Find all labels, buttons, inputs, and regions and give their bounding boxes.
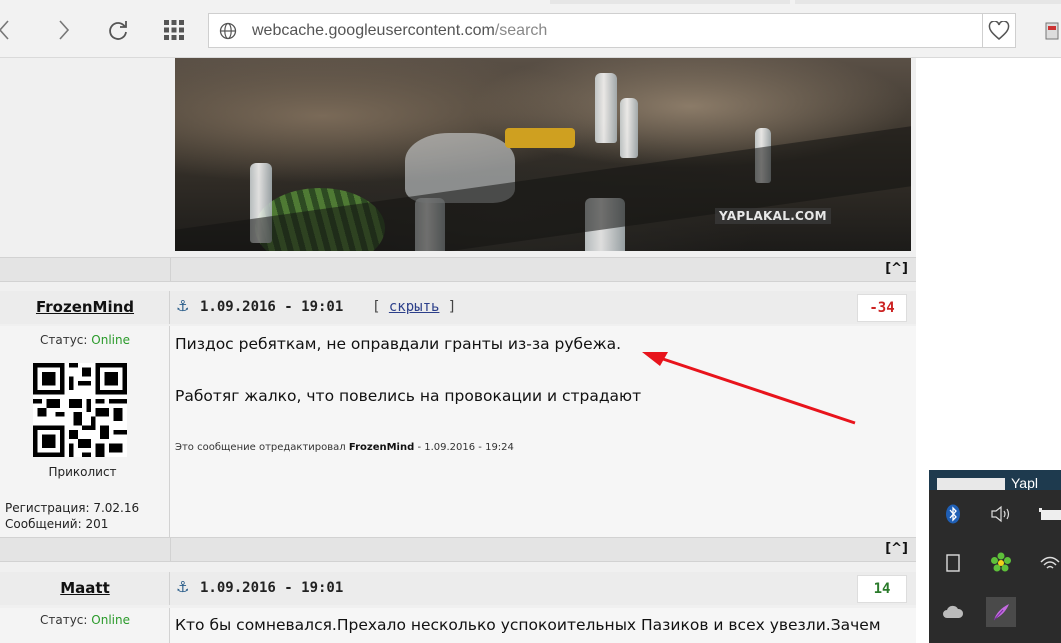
volume-icon[interactable] (986, 499, 1016, 529)
anchor-icon[interactable]: ⚓ (176, 578, 189, 596)
tray-header-text: Yapl (1011, 475, 1038, 491)
status-online: Online (91, 613, 130, 627)
forum-page: YAPLAKAL.COM [^] FrozenMind ⚓ 1.09.2016 … (0, 58, 916, 643)
user-avatar-qr[interactable] (33, 363, 127, 457)
chevron-right-icon[interactable] (48, 14, 80, 46)
post-text-line: Кто бы сомневался.Прехало несколько успо… (175, 616, 881, 634)
post-rating[interactable]: 14 (857, 575, 907, 603)
post-image: YAPLAKAL.COM (175, 58, 911, 251)
address-bar[interactable]: webcache.googleusercontent.com/search (208, 13, 1016, 48)
status-label: Статус: (39, 613, 88, 627)
chevron-left-icon[interactable] (0, 14, 20, 46)
status-label: Статус: (39, 333, 88, 347)
user-status: Статус: Online (0, 613, 170, 627)
hide-post-link[interactable]: скрыть (389, 299, 440, 315)
edit-note: Это сообщение отредактировал FrozenMind … (175, 442, 514, 453)
cloud-icon[interactable] (938, 597, 968, 627)
tray-header: Yapl (929, 470, 1061, 491)
edit-note-prefix: Это сообщение отредактировал (175, 442, 346, 453)
browser-toolbar: webcache.googleusercontent.com/search (0, 0, 1061, 58)
battery-icon[interactable] (1035, 499, 1061, 529)
user-meta: Регистрация: 7.02.16 Сообщений: 201 (5, 500, 139, 532)
user-status: Статус: Online (0, 333, 170, 347)
wifi-icon[interactable] (1035, 548, 1061, 578)
system-tray-overflow (929, 490, 1061, 643)
post-author-link[interactable]: FrozenMind (0, 298, 170, 316)
icq-flower-icon[interactable] (986, 548, 1016, 578)
device-icon[interactable] (938, 548, 968, 578)
post-separator: [^] (0, 257, 916, 282)
post-text-line: Работяг жалко, что повелись на провокаци… (175, 387, 642, 405)
post-body: Статус: Online Приколист Регистрация: 7.… (0, 326, 916, 537)
anchor-icon[interactable]: ⚓ (176, 297, 189, 315)
scroll-to-top-link[interactable]: [^] (885, 541, 908, 556)
address-url[interactable]: webcache.googleusercontent.com/search (252, 22, 547, 40)
bracket-close: ] (447, 299, 457, 315)
post-body: Статус: Online Кто бы сомневался.Прехало… (0, 608, 916, 643)
status-online: Online (91, 333, 130, 347)
post-text-line: Пиздос ребяткам, не оправдали гранты из-… (175, 335, 622, 353)
user-message-count: Сообщений: 201 (5, 517, 109, 531)
hide-post-control: [ скрыть ] (372, 299, 456, 315)
image-watermark: YAPLAKAL.COM (715, 208, 831, 224)
extension-icon[interactable] (1044, 20, 1061, 42)
post-header: FrozenMind ⚓ 1.09.2016 - 19:01 [ скрыть … (0, 291, 916, 324)
post-author-link[interactable]: Maatt (0, 579, 170, 597)
tab-strip[interactable] (795, 0, 1061, 4)
heart-icon[interactable] (982, 14, 1015, 47)
post-date: 1.09.2016 - 19:01 (200, 299, 344, 315)
bluetooth-icon[interactable] (938, 499, 968, 529)
user-rank: Приколист (48, 465, 117, 479)
url-path: /search (494, 22, 548, 39)
post-rating[interactable]: -34 (857, 294, 907, 322)
post-header: Maatt ⚓ 1.09.2016 - 19:01 14 (0, 572, 916, 605)
post-separator: [^] (0, 537, 916, 562)
feather-icon[interactable] (986, 597, 1016, 627)
edit-note-user: FrozenMind (348, 442, 415, 453)
scroll-to-top-link[interactable]: [^] (885, 261, 908, 276)
url-domain: webcache.googleusercontent.com (252, 22, 495, 39)
globe-icon (219, 22, 237, 44)
post-date: 1.09.2016 - 19:01 (200, 580, 344, 596)
grid-icon[interactable] (158, 14, 190, 46)
reload-icon[interactable] (102, 14, 134, 46)
tab-strip-active[interactable] (550, 0, 790, 4)
bracket-open: [ (372, 299, 381, 315)
edit-note-date: - 1.09.2016 - 19:24 (417, 442, 514, 453)
user-registration: Регистрация: 7.02.16 (5, 501, 140, 515)
